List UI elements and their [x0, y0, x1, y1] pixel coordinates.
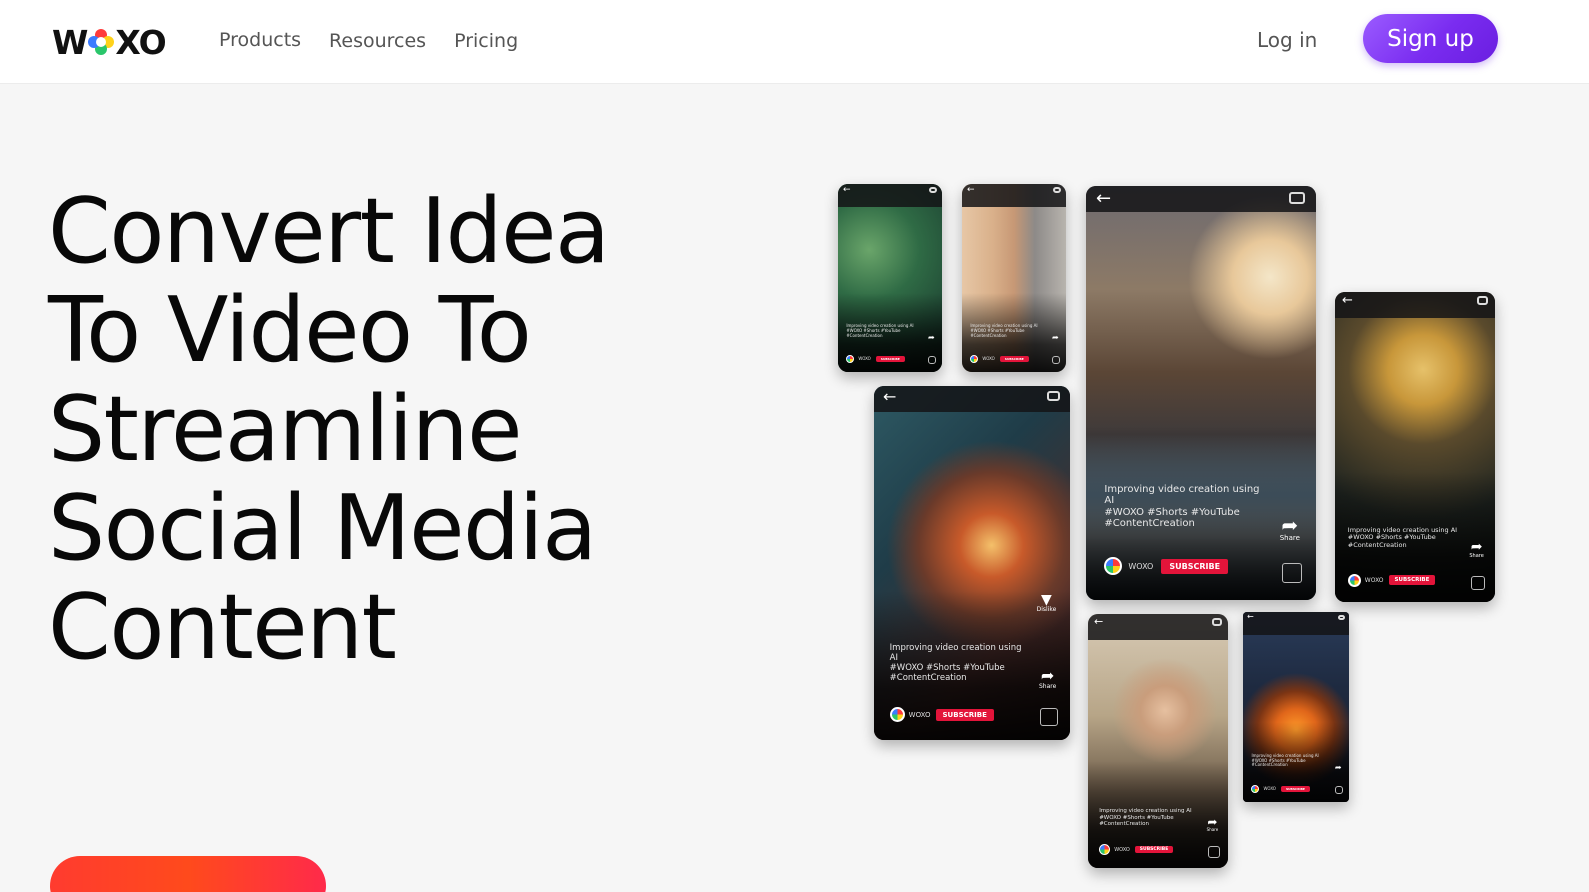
video-card-jungle[interactable]: ← Improving video creation using AI #WOX…: [838, 184, 942, 372]
headline-line-3: Streamline: [48, 377, 523, 482]
back-arrow-icon[interactable]: ←: [1096, 188, 1111, 209]
channel-avatar: [1347, 573, 1361, 587]
more-icon[interactable]: [1334, 786, 1343, 795]
main-nav: Products Resources Pricing: [219, 28, 546, 52]
phone-topbar: [838, 184, 942, 207]
nav-pricing[interactable]: Pricing: [454, 30, 518, 52]
nav-products[interactable]: Products: [219, 29, 301, 51]
channel-avatar: [846, 354, 855, 363]
channel-row: WOXO SUBSCRIBE: [1347, 573, 1436, 587]
login-link[interactable]: Log in: [1257, 28, 1317, 52]
camera-icon[interactable]: [929, 187, 937, 193]
video-card-ghost[interactable]: ← Improving video creation using AI #WOX…: [1335, 292, 1495, 602]
subscribe-button[interactable]: SUBSCRIBE: [1280, 785, 1310, 792]
back-arrow-icon[interactable]: ←: [1247, 612, 1254, 621]
share-icon[interactable]: ➦: [1052, 333, 1059, 342]
nav-resources[interactable]: Resources: [329, 30, 426, 52]
share-icon[interactable]: ➦ Share: [1469, 540, 1483, 559]
subscribe-button[interactable]: SUBSCRIBE: [935, 708, 994, 721]
video-caption: Improving video creation using AI #WOXO …: [1099, 808, 1192, 828]
video-caption: Improving video creation using AI #WOXO …: [1251, 753, 1319, 768]
logo-flower-icon: [88, 29, 115, 55]
back-arrow-icon[interactable]: ←: [883, 387, 896, 406]
more-icon[interactable]: [1040, 707, 1059, 726]
video-card-ship[interactable]: ← Improving video creation using AI #WOX…: [1086, 186, 1316, 600]
logo-letters-xo: XO: [115, 22, 166, 62]
phone-topbar: [1086, 186, 1316, 212]
more-icon[interactable]: [1207, 845, 1220, 858]
phone-topbar: [1335, 292, 1495, 318]
woxo-logo[interactable]: W XO: [52, 22, 167, 62]
headline-line-5: Content: [48, 575, 397, 680]
headline-line-1: Convert Idea: [48, 179, 610, 284]
phone-topbar: [1088, 614, 1228, 640]
channel-avatar: [1104, 557, 1123, 576]
headline-line-2: To Video To: [48, 278, 532, 383]
subscribe-button[interactable]: SUBSCRIBE: [1388, 575, 1436, 585]
subscribe-button[interactable]: SUBSCRIBE: [1134, 846, 1174, 854]
more-icon[interactable]: [1282, 563, 1303, 584]
share-icon[interactable]: ➦: [1335, 763, 1342, 772]
back-arrow-icon[interactable]: ←: [1094, 615, 1103, 628]
video-caption: Improving video creation using AI #WOXO …: [1104, 483, 1260, 530]
camera-icon[interactable]: [1047, 391, 1060, 401]
camera-icon[interactable]: [1477, 296, 1488, 305]
video-card-monster[interactable]: ← Improving video creation using AI #WOX…: [874, 386, 1070, 740]
channel-row: WOXO SUBSCRIBE: [1104, 557, 1229, 576]
channel-avatar: [889, 707, 905, 723]
channel-row: WOXO SUBSCRIBE: [1251, 784, 1310, 793]
hero-headline: Convert Idea To Video To Streamline Soci…: [48, 182, 768, 677]
phone-topbar: [962, 184, 1066, 207]
phone-topbar: [1243, 612, 1349, 635]
video-caption: Improving video creation using AI #WOXO …: [889, 643, 1022, 683]
channel-avatar: [1251, 784, 1260, 793]
share-icon[interactable]: ➦: [928, 333, 935, 342]
hero-cta-button[interactable]: [50, 856, 326, 892]
subscribe-button[interactable]: SUBSCRIBE: [1161, 558, 1229, 574]
subscribe-button[interactable]: SUBSCRIBE: [875, 355, 905, 362]
subscribe-button[interactable]: SUBSCRIBE: [999, 355, 1029, 362]
video-caption: Improving video creation using AI #WOXO …: [970, 323, 1038, 338]
back-arrow-icon[interactable]: ←: [843, 185, 851, 195]
channel-row: WOXO SUBSCRIBE: [970, 354, 1029, 363]
back-arrow-icon[interactable]: ←: [1342, 293, 1353, 308]
camera-icon[interactable]: [1338, 615, 1345, 620]
top-navbar: W XO Products Resources Pricing Log in S…: [0, 0, 1589, 84]
share-icon[interactable]: ➦ Share: [1207, 816, 1219, 832]
video-card-pumpkins[interactable]: ← Improving video creation using AI #WOX…: [1243, 612, 1349, 802]
video-caption: Improving video creation using AI #WOXO …: [1347, 525, 1458, 549]
channel-row: WOXO SUBSCRIBE: [889, 707, 994, 723]
camera-icon[interactable]: [1212, 618, 1222, 626]
headline-line-4: Social Media: [48, 476, 597, 581]
channel-avatar: [970, 354, 979, 363]
camera-icon[interactable]: [1053, 187, 1061, 193]
back-arrow-icon[interactable]: ←: [967, 185, 975, 195]
camera-icon[interactable]: [1289, 192, 1305, 204]
more-icon[interactable]: [1471, 575, 1486, 590]
more-icon[interactable]: [1051, 356, 1060, 365]
dislike-icon[interactable]: ▼ Dislike: [1037, 593, 1057, 613]
channel-avatar: [1099, 844, 1111, 856]
video-card-woman[interactable]: ← Improving video creation using AI #WOX…: [1088, 614, 1228, 868]
channel-row: WOXO SUBSCRIBE: [846, 354, 905, 363]
video-caption: Improving video creation using AI #WOXO …: [846, 323, 914, 338]
phone-topbar: [874, 386, 1070, 412]
channel-row: WOXO SUBSCRIBE: [1099, 844, 1174, 856]
share-icon[interactable]: ➦ Share: [1039, 668, 1056, 690]
signup-button[interactable]: Sign up: [1363, 14, 1498, 63]
video-card-couple[interactable]: ← Improving video creation using AI #WOX…: [962, 184, 1066, 372]
share-icon[interactable]: ➦ Share: [1280, 515, 1300, 542]
logo-letter-w: W: [52, 22, 88, 62]
more-icon[interactable]: [927, 356, 936, 365]
